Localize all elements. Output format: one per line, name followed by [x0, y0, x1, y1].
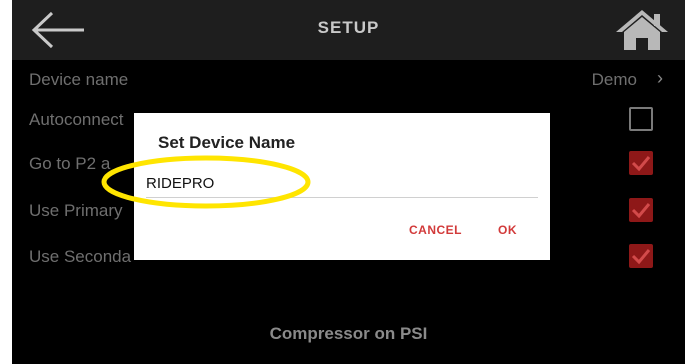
setting-label: Device name — [29, 70, 129, 89]
setting-label: Use Primary — [29, 201, 123, 220]
use-primary-checkbox[interactable] — [629, 198, 653, 222]
setting-label: Use Seconda — [29, 247, 132, 266]
top-bar: SETUP — [12, 0, 685, 60]
set-device-name-dialog: Set Device Name CANCEL OK — [134, 113, 550, 260]
dialog-title: Set Device Name — [158, 133, 296, 152]
checkmark-icon — [631, 249, 651, 265]
ok-button[interactable]: OK — [498, 223, 517, 237]
autoconnect-checkbox[interactable] — [629, 107, 653, 131]
chevron-right-icon: › — [657, 68, 663, 88]
page-title: SETUP — [317, 18, 380, 37]
go-to-p2-checkbox[interactable] — [629, 151, 653, 175]
use-secondary-checkbox[interactable] — [629, 244, 653, 268]
input-underline — [146, 197, 538, 198]
cancel-button[interactable]: CANCEL — [409, 223, 462, 237]
device-name-input[interactable] — [146, 169, 536, 197]
setting-label: Go to P2 a — [29, 154, 111, 173]
checkmark-icon — [631, 156, 651, 172]
home-icon[interactable] — [614, 8, 670, 52]
setting-row-device-name[interactable]: Device name Demo › — [12, 60, 685, 100]
checkmark-icon — [631, 203, 651, 219]
compressor-on-psi-label: Compressor on PSI — [269, 324, 428, 343]
setting-label: Autoconnect — [29, 110, 124, 129]
setting-value: Demo — [591, 70, 637, 89]
